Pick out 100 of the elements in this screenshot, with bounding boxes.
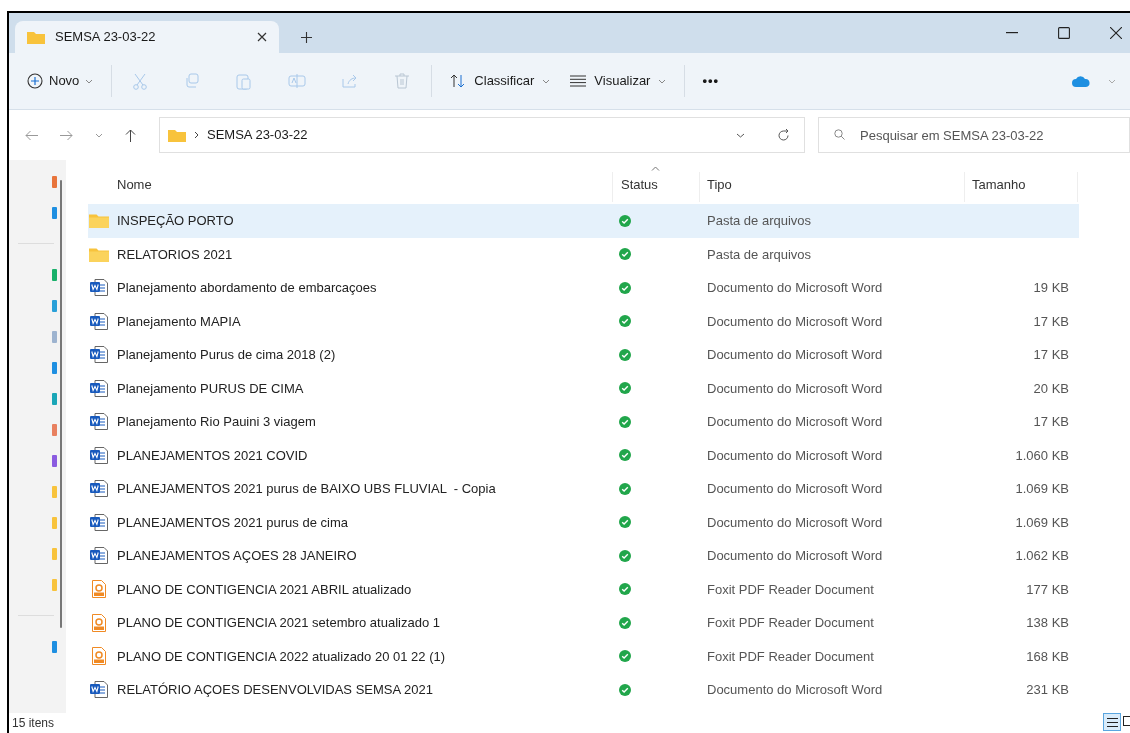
file-type: Pasta de arquivos (706, 245, 813, 264)
navigation-icon[interactable] (52, 206, 57, 219)
chevron-down-icon[interactable] (95, 132, 103, 138)
more-button[interactable]: ••• (702, 71, 720, 91)
list-icon (1106, 717, 1118, 727)
scrollbar-thumb[interactable] (60, 180, 62, 628)
navigation-icon[interactable] (52, 330, 57, 343)
sync-status-icon (619, 683, 631, 696)
tiles-view-icon[interactable] (1123, 716, 1130, 728)
sync-status-icon (619, 549, 631, 562)
chevron-down-icon[interactable] (736, 132, 745, 138)
file-name: Planejamento Purus de cima 2018 (2) (117, 346, 336, 364)
file-size: 177 KB (1026, 580, 1069, 599)
navigation-icon[interactable] (52, 175, 57, 188)
file-type: Documento do Microsoft Word (706, 681, 884, 699)
minimize-icon[interactable] (1006, 32, 1018, 34)
word-document-icon (90, 681, 108, 699)
file-size: 1.069 KB (1015, 513, 1069, 532)
file-size: 1.062 KB (1015, 547, 1069, 565)
file-name: PLANO DE CONTIGENCIA 2021 ABRIL atualizado (117, 580, 412, 599)
chevron-down-icon (658, 78, 667, 84)
sync-status-icon (619, 482, 631, 495)
column-header[interactable]: Tamanho (965, 172, 1078, 202)
file-name: PLANEJAMENTOS AÇOES 28 JANEIRO (117, 547, 357, 565)
column-header[interactable]: Status (613, 172, 700, 202)
sync-status-icon (619, 616, 631, 629)
column-header[interactable]: Tipo (700, 172, 965, 202)
plus-icon[interactable] (301, 32, 312, 43)
word-document-icon (90, 513, 108, 531)
view-button[interactable]: Visualizar (570, 71, 667, 91)
sync-status-icon (619, 382, 631, 395)
file-type: Pasta de arquivos (706, 212, 813, 230)
navigation-icon[interactable] (52, 640, 57, 653)
navigation-icon[interactable] (52, 361, 57, 374)
file-type: Documento do Microsoft Word (706, 279, 884, 297)
sync-status-icon (619, 415, 631, 428)
folder-icon (89, 246, 109, 262)
file-size: 1.069 KB (1015, 480, 1069, 498)
word-document-icon (90, 446, 108, 464)
cloud-icon[interactable] (1072, 75, 1090, 87)
file-name: RELATÓRIO AÇOES DESENVOLVIDAS SEMSA 2021 (117, 681, 433, 699)
file-name: PLANEJAMENTOS 2021 COVID (117, 446, 308, 465)
file-type: Documento do Microsoft Word (706, 446, 884, 465)
file-size: 17 KB (1033, 413, 1069, 431)
pdf-document-icon (92, 580, 106, 599)
file-row[interactable]: INSPEÇÃO PORTO Pasta de arquivos (88, 204, 1079, 238)
breadcrumb-item[interactable]: SEMSA 23-03-22 (207, 125, 308, 145)
navigation-icon[interactable] (52, 268, 57, 281)
sort-caret-icon (651, 166, 660, 171)
close-icon[interactable] (257, 32, 267, 42)
navigation-icon[interactable] (52, 299, 57, 312)
forward-arrow-icon[interactable] (60, 129, 73, 141)
navigation-icon[interactable] (52, 392, 57, 405)
search-icon (834, 129, 845, 140)
new-button[interactable]: Novo (27, 71, 94, 91)
plus-circle-icon (27, 73, 43, 89)
file-name: PLANEJAMENTOS 2021 purus de cima (117, 513, 348, 532)
file-type: Foxit PDF Reader Document (706, 614, 875, 632)
file-name: Planejamento abordamento de embarcaçoes (117, 279, 377, 297)
refresh-icon[interactable] (777, 128, 790, 142)
search-field[interactable]: Pesquisar em SEMSA 23-03-22 (818, 117, 1130, 153)
word-document-icon (90, 547, 108, 565)
file-name: PLANO DE CONTIGENCIA 2021 setembro atualizado 1 (117, 614, 440, 632)
word-document-icon (90, 413, 108, 431)
chevron-down-icon (542, 78, 551, 84)
sort-button[interactable]: Classificar (450, 71, 551, 91)
maximize-icon[interactable] (1058, 27, 1070, 39)
file-name: PLANO DE CONTIGENCIA 2022 atualizado 20 01 22 (1) (117, 647, 446, 666)
close-icon[interactable] (1110, 27, 1122, 39)
file-type: Foxit PDF Reader Document (706, 647, 875, 666)
address-bar[interactable]: SEMSA 23-03-22 (159, 117, 805, 153)
word-document-icon (90, 346, 108, 364)
file-type: Documento do Microsoft Word (706, 547, 884, 565)
word-document-icon (90, 379, 108, 397)
tab[interactable]: SEMSA 23-03-22 (15, 21, 279, 53)
item-count: 15 itens (12, 715, 55, 732)
sync-status-icon (619, 315, 631, 328)
file-name: Planejamento Rio Pauini 3 viagem (117, 413, 316, 431)
back-arrow-icon[interactable] (25, 129, 38, 141)
file-size: 138 KB (1026, 614, 1069, 632)
cut-icon[interactable] (132, 72, 149, 90)
file-type: Documento do Microsoft Word (706, 312, 884, 331)
details-view-button[interactable] (1103, 713, 1121, 731)
up-arrow-icon[interactable] (125, 128, 136, 142)
tab-title: SEMSA 23-03-22 (55, 28, 157, 47)
file-size: 17 KB (1033, 346, 1069, 364)
sort-icon (450, 74, 467, 88)
trash-icon[interactable] (395, 73, 410, 89)
file-type: Documento do Microsoft Word (706, 513, 884, 532)
sync-status-icon (619, 516, 631, 529)
sync-status-icon (619, 214, 631, 227)
column-header[interactable]: Nome (88, 172, 613, 202)
file-type: Documento do Microsoft Word (706, 413, 884, 431)
chevron-right-icon (194, 131, 199, 139)
navigation-icon[interactable] (52, 454, 57, 467)
file-type: Documento do Microsoft Word (706, 346, 884, 364)
file-size: 20 KB (1033, 379, 1069, 398)
word-document-icon (90, 312, 108, 330)
file-type: Foxit PDF Reader Document (706, 580, 875, 599)
navigation-icon[interactable] (52, 423, 57, 436)
